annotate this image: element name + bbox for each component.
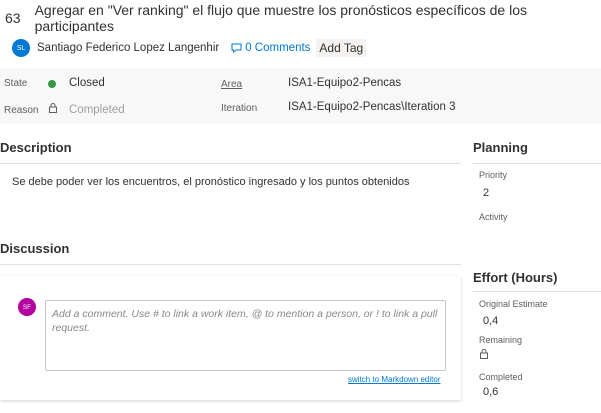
completed-label: Completed bbox=[479, 372, 523, 382]
iteration-label: Iteration bbox=[221, 103, 258, 114]
lock-icon bbox=[480, 349, 488, 359]
work-item-title-row: 63 Agregar en "Ver ranking" el flujo que… bbox=[0, 2, 601, 34]
state-indicator bbox=[48, 80, 56, 88]
effort-heading: Effort (Hours) bbox=[473, 270, 558, 285]
comments-count: 0 Comments bbox=[245, 42, 311, 54]
discussion-heading: Discussion bbox=[0, 241, 70, 256]
work-item-title[interactable]: Agregar en "Ver ranking" el flujo que mu… bbox=[35, 2, 601, 34]
priority-value[interactable]: 2 bbox=[483, 187, 489, 199]
original-estimate-value[interactable]: 0,4 bbox=[483, 315, 498, 327]
fields-panel: State Closed Reason Completed Area ISA1-… bbox=[0, 68, 601, 124]
completed-value[interactable]: 0,6 bbox=[483, 386, 498, 398]
original-estimate-label: Original Estimate bbox=[479, 299, 548, 309]
description-text[interactable]: Se debe poder ver los encuentros, el pro… bbox=[12, 176, 409, 188]
state-value[interactable]: Closed bbox=[69, 77, 105, 89]
iteration-value[interactable]: ISA1-Equipo2-Pencas\Iteration 3 bbox=[288, 101, 456, 113]
comments-link[interactable]: 0 Comments bbox=[231, 42, 310, 54]
discussion-card: SF Add a comment. Use # to link a work i… bbox=[0, 276, 461, 400]
discussion-divider bbox=[0, 264, 461, 265]
planning-divider bbox=[473, 163, 601, 164]
assignee-name[interactable]: Santiago Federico Lopez Langenhir bbox=[37, 42, 219, 54]
markdown-editor-link[interactable]: switch to Markdown editor bbox=[348, 375, 440, 384]
comment-icon bbox=[231, 43, 242, 53]
remaining-label: Remaining bbox=[479, 335, 523, 345]
add-tag-button[interactable]: Add Tag bbox=[316, 39, 367, 57]
area-value[interactable]: ISA1-Equipo2-Pencas bbox=[288, 77, 401, 89]
state-label: State bbox=[4, 78, 28, 89]
priority-label: Priority bbox=[479, 170, 508, 180]
area-label: Area bbox=[221, 79, 243, 90]
description-divider bbox=[0, 163, 461, 164]
commenter-avatar: SF bbox=[18, 298, 36, 316]
lock-icon bbox=[49, 103, 57, 113]
description-heading: Description bbox=[0, 140, 72, 155]
planning-heading: Planning bbox=[473, 140, 528, 155]
meta-row: SL Santiago Federico Lopez Langenhir 0 C… bbox=[12, 38, 367, 58]
effort-divider bbox=[473, 291, 601, 292]
activity-label: Activity bbox=[479, 212, 508, 222]
reason-value: Completed bbox=[69, 104, 125, 116]
comment-input[interactable]: Add a comment. Use # to link a work item… bbox=[45, 300, 446, 371]
assignee-avatar[interactable]: SL bbox=[12, 39, 30, 57]
work-item-id: 63 bbox=[5, 10, 21, 26]
reason-label: Reason bbox=[4, 105, 39, 116]
